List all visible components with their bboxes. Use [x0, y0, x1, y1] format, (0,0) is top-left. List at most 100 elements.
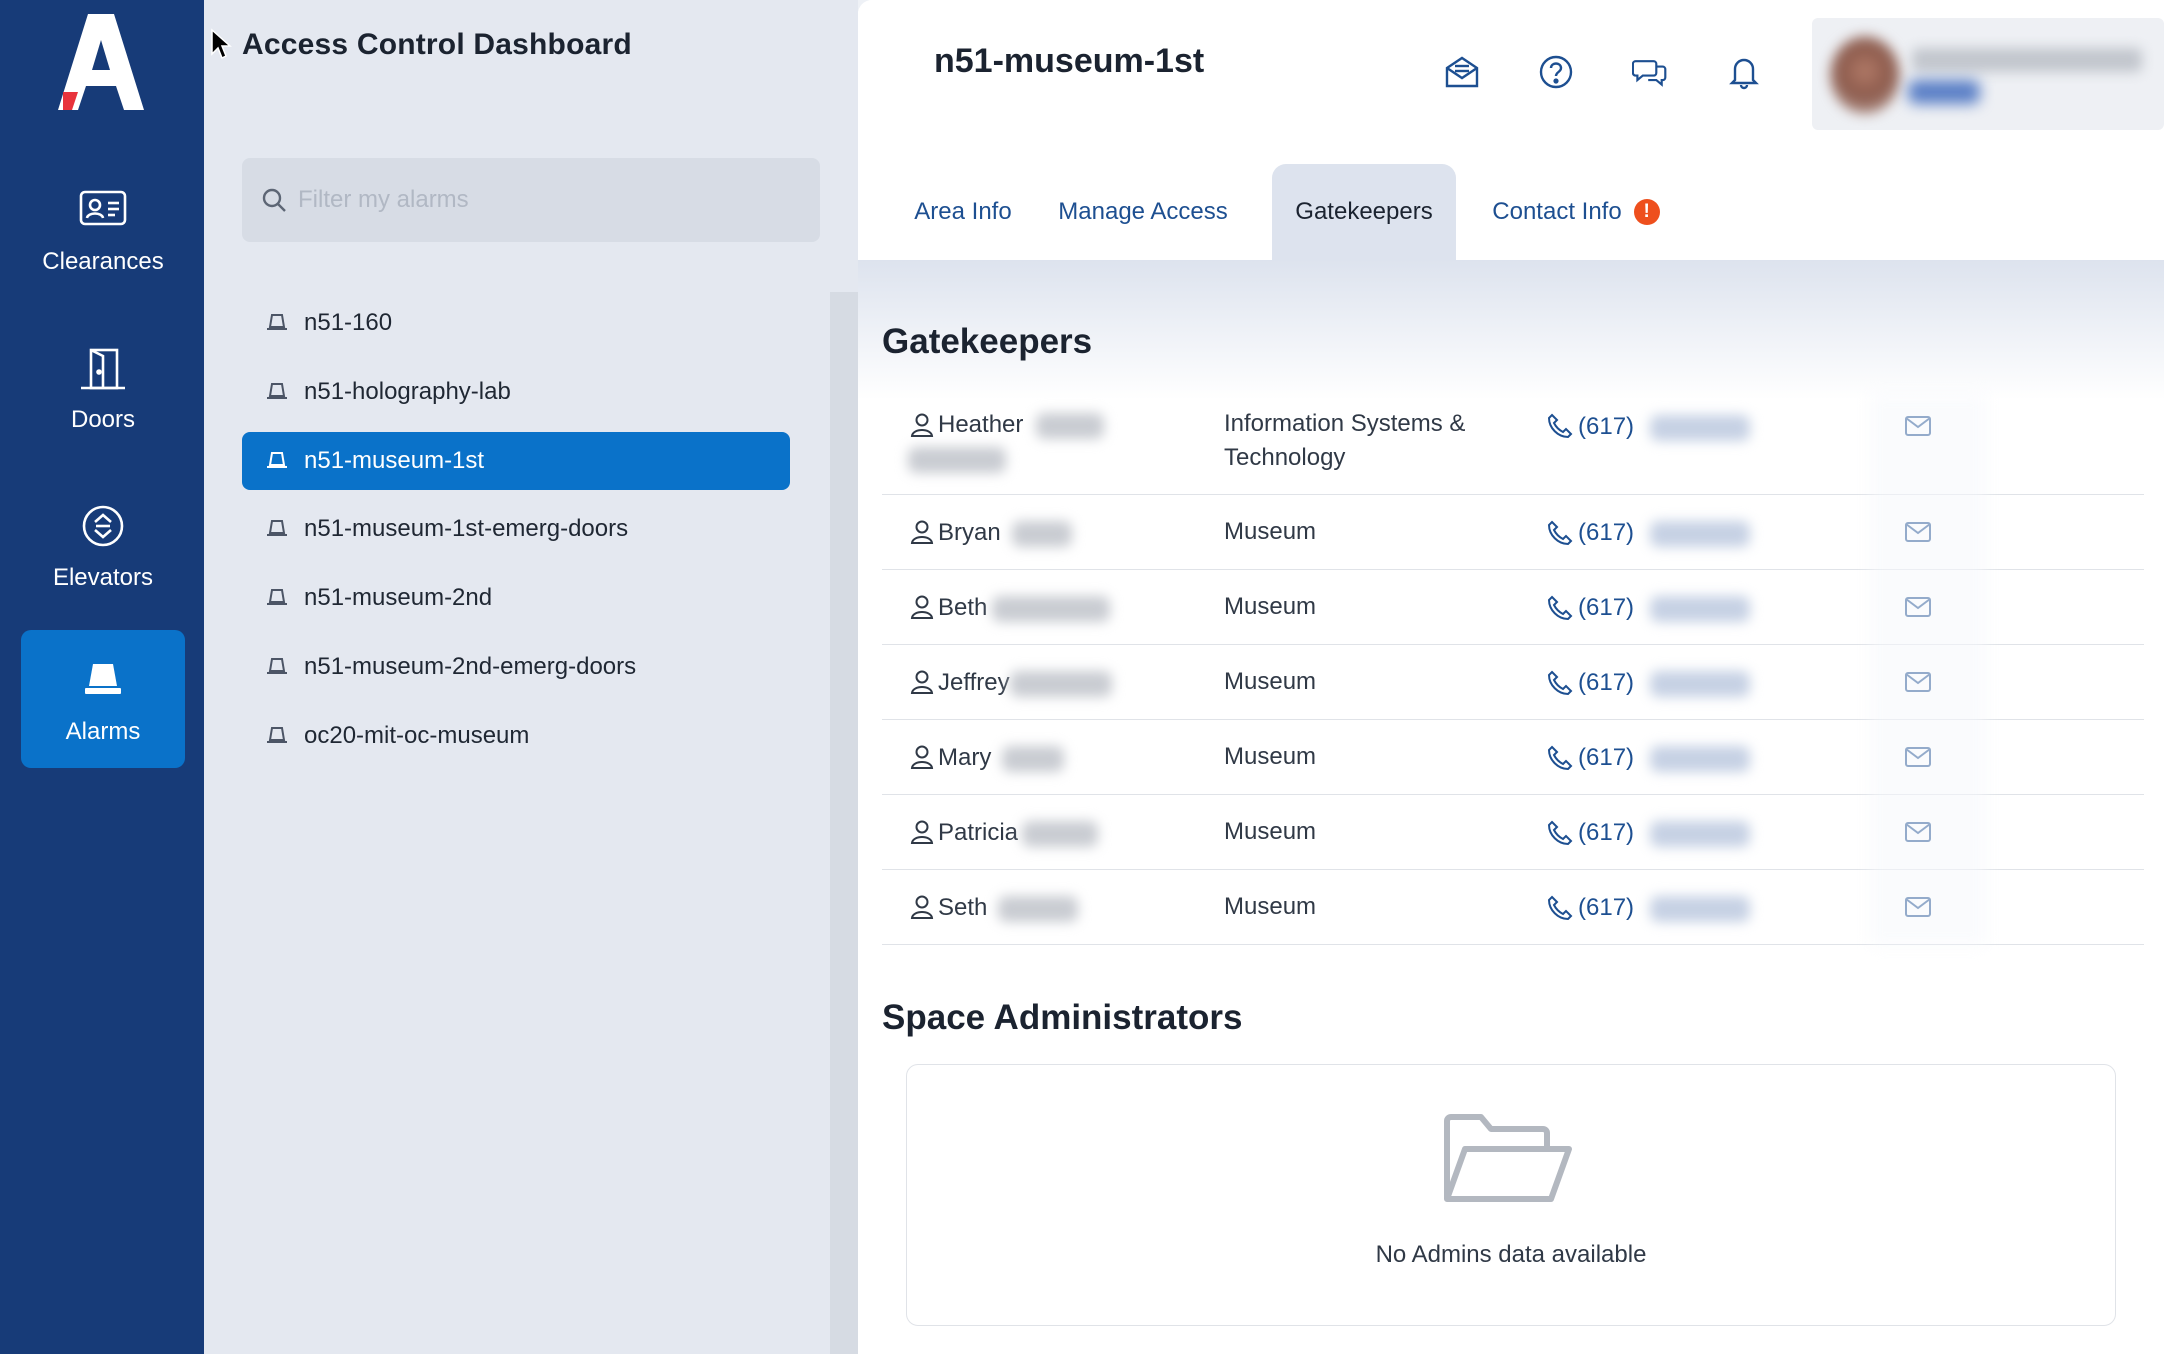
alarm-search[interactable] [242, 158, 820, 242]
gatekeeper-name: Seth [938, 894, 988, 921]
alarm-icon [267, 726, 287, 743]
gatekeeper-department: Museum [1224, 593, 1317, 620]
alarm-panel: Access Control Dashboard n51-160 n51-hol… [204, 0, 858, 1354]
gatekeepers-heading: Gatekeepers [882, 322, 1093, 361]
phone-icon [1547, 820, 1573, 846]
redacted-text [1036, 413, 1104, 439]
list-item-alarm[interactable]: n51-museum-2nd-emerg-doors [242, 638, 790, 696]
app-logo[interactable] [58, 14, 144, 110]
empty-folder-icon [1444, 1114, 1572, 1202]
main-content: n51-museum-1st Area Info Manage Access G… [858, 0, 2164, 1354]
chat-icon[interactable] [1632, 54, 1668, 90]
main-header: n51-museum-1st Area Info Manage Access G… [858, 0, 2164, 260]
list-item-alarm[interactable]: n51-museum-1st-emerg-doors [242, 500, 790, 558]
mail-tray-icon[interactable] [1444, 54, 1480, 90]
empty-state-text: No Admins data available [1375, 1241, 1647, 1268]
redacted-text [1010, 671, 1112, 697]
phone-link[interactable]: (617) [1578, 519, 1634, 547]
redacted-text [1650, 896, 1750, 922]
gatekeeper-name: Patricia [938, 819, 1019, 846]
alarm-label: n51-museum-2nd-emerg-doors [304, 652, 637, 680]
gatekeeper-department: Museum [1224, 668, 1317, 695]
user-profile[interactable] [1812, 18, 2164, 130]
gatekeeper-department: Museum [1224, 518, 1317, 545]
user-name-redacted [1912, 48, 2142, 72]
alarm-list-scrollbar[interactable] [830, 292, 858, 1354]
avatar [1830, 36, 1900, 114]
gatekeeper-department: Information Systems & Technology [1224, 410, 1466, 471]
warning-badge-icon: ! [1633, 199, 1660, 225]
nav-item-alarms[interactable]: Alarms [21, 630, 185, 768]
redacted-text [1650, 821, 1750, 847]
elevator-icon [21, 504, 185, 552]
alarm-icon [267, 520, 287, 537]
phone-link[interactable]: (617) [1578, 819, 1634, 847]
phone-icon [1547, 595, 1573, 621]
list-item-alarm[interactable]: n51-160 [242, 294, 790, 352]
alarm-label: n51-museum-1st-emerg-doors [304, 515, 629, 543]
nav-item-elevators[interactable]: Elevators [21, 476, 185, 614]
redacted-text [1012, 521, 1072, 547]
tab-manage-access[interactable]: Manage Access [1050, 164, 1236, 260]
list-item-alarm[interactable]: oc20-mit-oc-museum [242, 707, 790, 765]
redacted-text [998, 896, 1078, 922]
list-item-alarm-selected[interactable]: n51-museum-1st [242, 431, 790, 490]
nav-item-doors[interactable]: Doors [21, 318, 185, 456]
alarm-icon [267, 657, 287, 674]
redacted-text [1650, 415, 1750, 441]
phone-link[interactable]: (617) [1578, 669, 1634, 697]
gatekeeper-name: Bryan [938, 519, 1001, 546]
tab-label: Manage Access [1058, 198, 1228, 225]
alarm-list: n51-160 n51-holography-lab n51-museum-1s… [242, 294, 790, 776]
phone-link[interactable]: (617) [1578, 744, 1634, 772]
alarm-label: n51-museum-2nd [304, 584, 493, 612]
area-title: n51-museum-1st [934, 42, 1205, 80]
nav-label-elevators: Elevators [52, 564, 154, 591]
redacted-text [1650, 596, 1750, 622]
search-input[interactable] [298, 178, 798, 222]
gatekeeper-name: Mary [938, 744, 992, 771]
redacted-text [1650, 671, 1750, 697]
alarm-icon [267, 314, 287, 330]
tab-contact-info[interactable]: Contact Info ! [1484, 164, 1668, 260]
person-icon [910, 520, 934, 544]
list-item-alarm[interactable]: n51-holography-lab [242, 363, 790, 421]
id-card-icon [21, 188, 185, 236]
gatekeeper-department: Museum [1224, 818, 1317, 845]
tab-gatekeepers[interactable]: Gatekeepers [1272, 164, 1456, 260]
page-title: Access Control Dashboard [242, 28, 632, 61]
gatekeeper-name: Heather [938, 411, 1024, 438]
help-icon[interactable] [1538, 54, 1574, 90]
phone-link[interactable]: (617) [1578, 594, 1634, 622]
phone-icon [1547, 520, 1573, 546]
redacted-text [908, 447, 1006, 473]
phone-icon [1547, 895, 1573, 921]
phone-icon [1547, 413, 1573, 439]
alarm-label: n51-museum-1st [304, 446, 485, 474]
nav-item-clearances[interactable]: Clearances [21, 160, 185, 298]
user-role-redacted [1908, 80, 1980, 104]
bell-icon[interactable] [1726, 54, 1762, 90]
nav-label-clearances: Clearances [42, 248, 164, 275]
alarm-icon [267, 451, 287, 468]
alarm-icon [267, 382, 287, 399]
phone-link[interactable]: (617) [1578, 894, 1634, 922]
mouse-cursor-icon [211, 28, 232, 60]
phone-icon [1547, 670, 1573, 696]
phone-icon [1547, 745, 1573, 771]
list-item-alarm[interactable]: n51-museum-2nd [242, 569, 790, 627]
nav-rail: Clearances Doors Elevators Alarms [0, 0, 204, 1354]
tab-area-info[interactable]: Area Info [894, 164, 1032, 260]
redacted-text [1022, 821, 1098, 847]
redacted-text [1650, 521, 1750, 547]
alarm-label: n51-160 [304, 309, 393, 336]
nav-label-alarms: Alarms [65, 718, 141, 745]
phone-link[interactable]: (617) [1578, 413, 1634, 441]
tab-label: Contact Info [1492, 198, 1622, 225]
alarm-label: oc20-mit-oc-museum [304, 721, 530, 749]
alarm-icon [267, 589, 287, 606]
person-icon [910, 895, 934, 919]
gatekeeper-name: Beth [938, 594, 988, 621]
redacted-text [1650, 746, 1750, 772]
gatekeeper-department: Museum [1224, 743, 1317, 770]
